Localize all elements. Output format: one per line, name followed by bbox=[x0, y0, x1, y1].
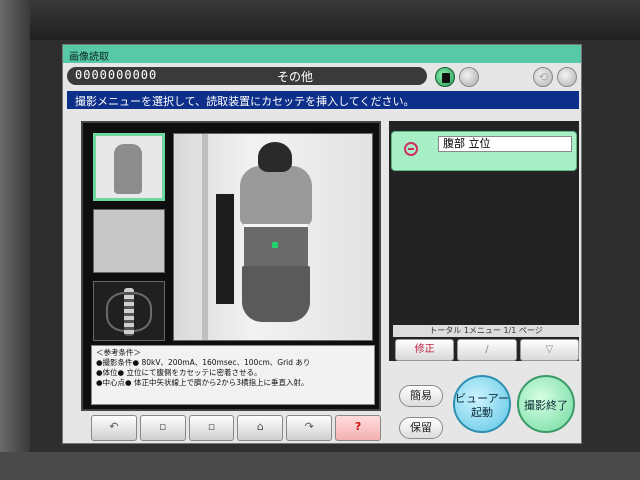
thumbnail-xray[interactable] bbox=[93, 281, 165, 341]
thumbnail-blank[interactable] bbox=[93, 209, 165, 273]
exit-icon[interactable]: ⟲ bbox=[533, 67, 553, 87]
app-screen: 画像読取 0000000000 その他 ⟲ 撮影メニューを選択して、読取装置にカ… bbox=[62, 44, 582, 444]
home-icon[interactable]: ⌂ bbox=[237, 415, 284, 441]
cassette-shape bbox=[216, 194, 234, 304]
figure-head bbox=[258, 142, 292, 172]
monitor-bezel-top bbox=[0, 0, 640, 40]
page-down-icon[interactable]: ▽ bbox=[519, 339, 579, 361]
conditions-line-3: ●中心点● 体正中矢状線上で臍から2から3横指上に垂直入射。 bbox=[96, 378, 309, 387]
page-icon[interactable]: ▫ bbox=[139, 415, 186, 441]
spine-shape bbox=[124, 288, 134, 336]
center-point-icon bbox=[272, 242, 278, 248]
reference-conditions: ＜参考条件＞ ●撮影条件● 80kV、200mA、160msec、100cm、G… bbox=[91, 345, 375, 405]
page-info: トータル 1メニュー 1/1 ページ bbox=[393, 325, 579, 337]
edit-button[interactable]: 修正 bbox=[395, 339, 455, 361]
image-viewer: ＜参考条件＞ ●撮影条件● 80kV、200mA、160msec、100cm、G… bbox=[81, 121, 381, 411]
patient-figure bbox=[216, 142, 326, 338]
viewer-launch-button[interactable]: ビューアー 起動 bbox=[453, 375, 511, 433]
menu-item-label: 腹部 立位 bbox=[438, 136, 572, 152]
rotate-left-icon[interactable]: ↶ bbox=[91, 415, 137, 441]
viewer-label-2: 起動 bbox=[471, 406, 493, 419]
window-title: 画像読取 bbox=[63, 45, 581, 63]
figure-back bbox=[240, 166, 312, 226]
instruction-banner: 撮影メニューを選択して、読取装置にカセッテを挿入してください。 bbox=[67, 91, 579, 109]
patient-name: その他 bbox=[277, 70, 314, 84]
menu-nav: 修正 / ▽ bbox=[395, 339, 579, 361]
status-icon[interactable] bbox=[459, 67, 479, 87]
finish-exam-button[interactable]: 撮影終了 bbox=[517, 375, 575, 433]
hold-button[interactable]: 保留 bbox=[399, 417, 443, 439]
page-right-icon[interactable]: ▫ bbox=[188, 415, 235, 441]
monitor-bezel-left bbox=[0, 0, 30, 480]
conditions-header: ＜参考条件＞ bbox=[96, 348, 141, 357]
patient-bar: 0000000000 その他 bbox=[67, 67, 427, 85]
help-icon[interactable]: ? bbox=[335, 415, 381, 441]
stand-pole bbox=[202, 134, 208, 340]
patient-id: 0000000000 bbox=[75, 68, 158, 82]
positioning-image bbox=[173, 133, 373, 341]
menu-item-abdomen-standing[interactable]: 腹部 立位 bbox=[391, 131, 577, 171]
cassette-icon[interactable] bbox=[435, 67, 455, 87]
viewer-label-1: ビューアー bbox=[455, 392, 509, 405]
figure-shorts bbox=[242, 266, 310, 322]
desk-surface bbox=[0, 452, 640, 480]
page-up-icon[interactable]: / bbox=[457, 339, 517, 361]
mini-figure bbox=[114, 144, 142, 194]
thumbnail-photo[interactable] bbox=[93, 133, 165, 201]
blank-icon[interactable] bbox=[557, 67, 577, 87]
conditions-line-2: ●体位● 立位にて腹側をカセッテに密着させる。 bbox=[96, 368, 262, 377]
conditions-line-1: ●撮影条件● 80kV、200mA、160msec、100cm、Grid あり bbox=[96, 358, 311, 367]
rotate-right-icon[interactable]: ↷ bbox=[286, 415, 333, 441]
simple-button[interactable]: 簡易 bbox=[399, 385, 443, 407]
image-toolbar: ↶ ▫ ▫ ⌂ ↷ ? bbox=[91, 415, 381, 441]
select-arrow-icon bbox=[404, 142, 418, 156]
